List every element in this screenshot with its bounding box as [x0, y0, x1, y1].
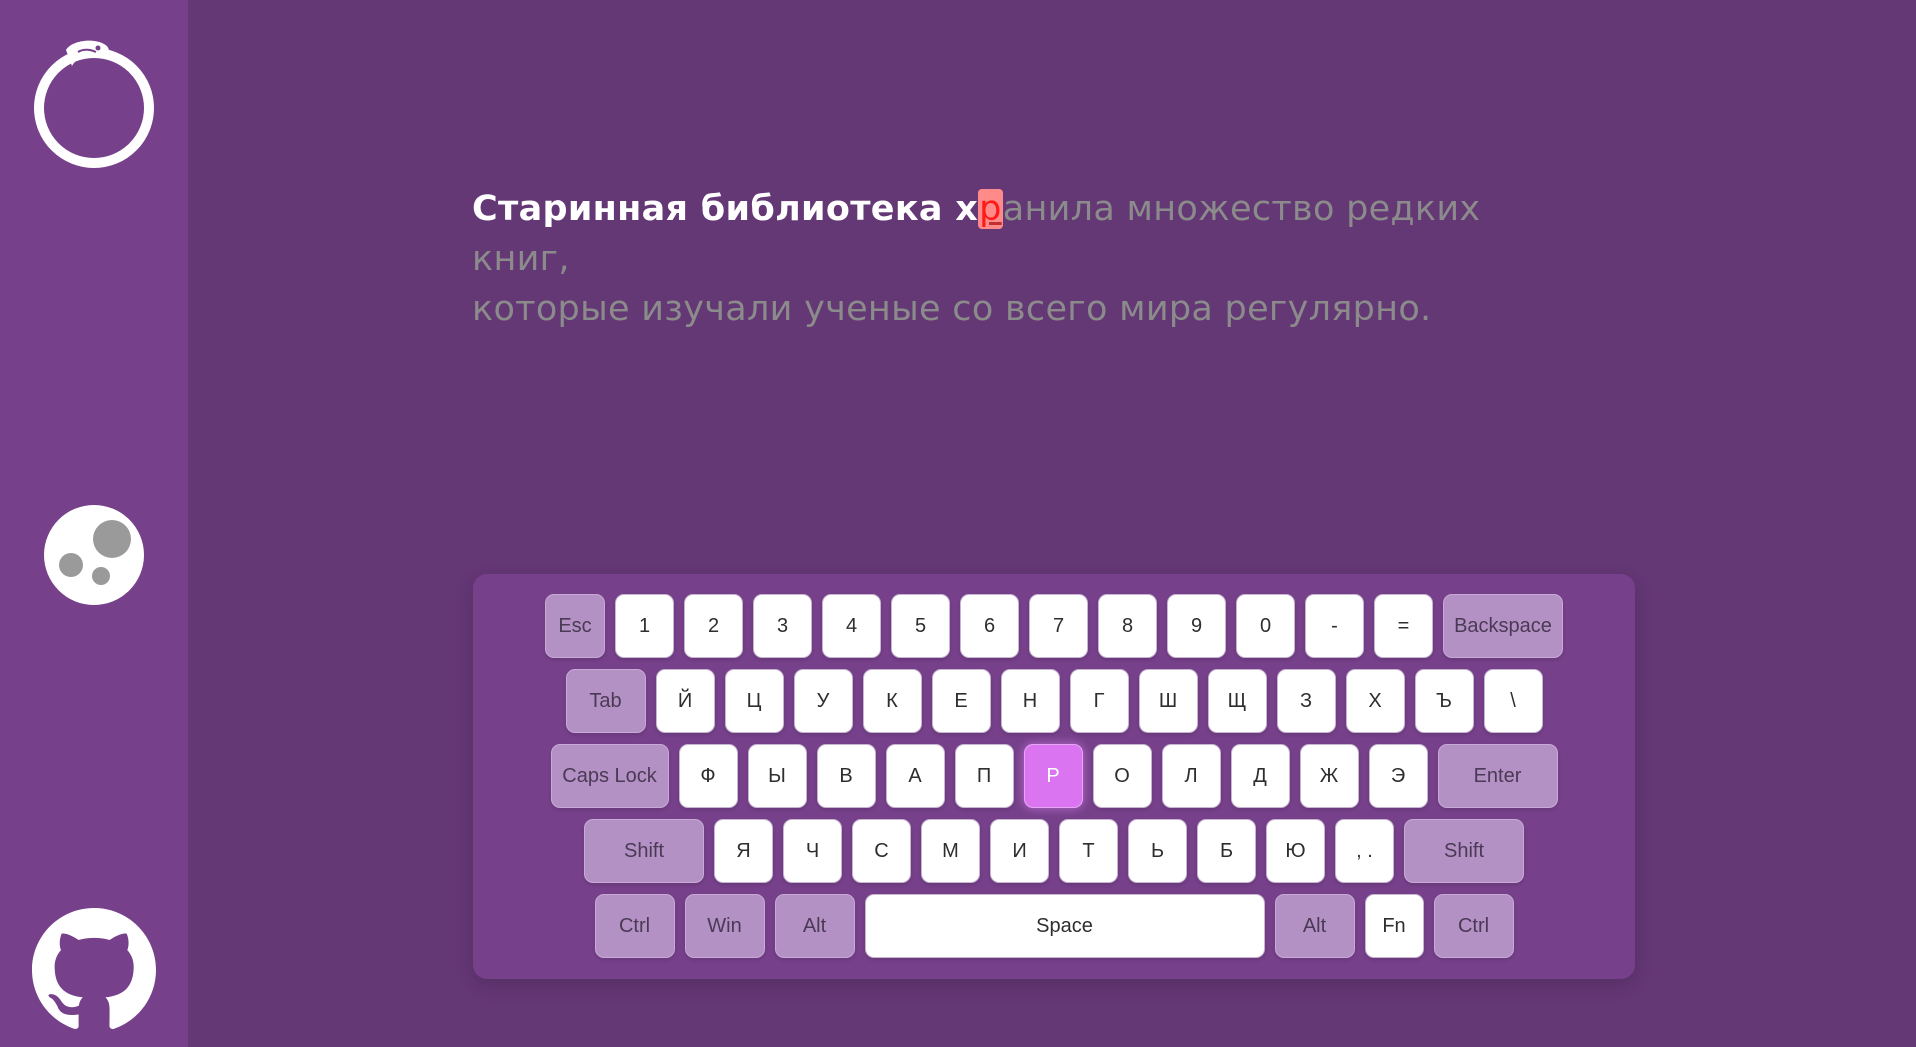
key-е[interactable]: Е — [931, 669, 991, 733]
typing-prompt: Старинная библиотека хранила множество р… — [472, 184, 1572, 334]
keyboard-row: Caps Lock Ф Ы В А П Р О Л Д Ж Э Enter — [473, 744, 1635, 808]
key-shift[interactable]: Shift — [584, 819, 704, 883]
key-0[interactable]: 0 — [1236, 594, 1295, 658]
key-ш[interactable]: Ш — [1138, 669, 1198, 733]
key-ь[interactable]: Ь — [1128, 819, 1187, 883]
key-к[interactable]: К — [862, 669, 922, 733]
key-space[interactable]: Space — [864, 894, 1265, 958]
key-д[interactable]: Д — [1230, 744, 1290, 808]
key-б[interactable]: Б — [1197, 819, 1256, 883]
key-щ[interactable]: Щ — [1207, 669, 1267, 733]
key-я[interactable]: Я — [714, 819, 773, 883]
typed-text: Старинная библиотека х — [472, 189, 979, 229]
key-н[interactable]: Н — [1000, 669, 1060, 733]
virtual-keyboard: Esc 1 2 3 4 5 6 7 8 9 0- = Backspace Tab Й Ц У К Е Н Г Ш Щ З Х Ъ \… — [473, 574, 1635, 979]
key-р[interactable]: Р — [1023, 744, 1083, 808]
key-м[interactable]: М — [921, 819, 980, 883]
key-п[interactable]: П — [954, 744, 1014, 808]
key-backspace[interactable]: Backspace — [1443, 594, 1563, 658]
keyboard-row: Esc 1 2 3 4 5 6 7 8 9 0- = Backspace — [473, 594, 1635, 658]
key-1[interactable]: 1 — [615, 594, 674, 658]
key-caps-lock[interactable]: Caps Lock — [550, 744, 669, 808]
key-о[interactable]: О — [1092, 744, 1152, 808]
key-ю[interactable]: Ю — [1266, 819, 1325, 883]
key-symbol[interactable]: \ — [1483, 669, 1543, 733]
key-и[interactable]: И — [990, 819, 1049, 883]
key-э[interactable]: Э — [1368, 744, 1428, 808]
keyboard-row: Tab Й Ц У К Е Н Г Ш Щ З Х Ъ \ — [473, 669, 1635, 733]
key-ctrl[interactable]: Ctrl — [1433, 894, 1514, 958]
key-г[interactable]: Г — [1069, 669, 1129, 733]
theme-palette-icon[interactable] — [0, 505, 188, 605]
current-char: р — [978, 189, 1003, 229]
key-7[interactable]: 7 — [1029, 594, 1088, 658]
key-с[interactable]: С — [852, 819, 911, 883]
key-9[interactable]: 9 — [1167, 594, 1226, 658]
key-tab[interactable]: Tab — [565, 669, 646, 733]
key-6[interactable]: 6 — [960, 594, 1019, 658]
key-enter[interactable]: Enter — [1437, 744, 1558, 808]
key-х[interactable]: Х — [1345, 669, 1405, 733]
key-5[interactable]: 5 — [891, 594, 950, 658]
sidebar — [0, 0, 188, 1047]
key-л[interactable]: Л — [1161, 744, 1221, 808]
key-ч[interactable]: Ч — [783, 819, 842, 883]
github-icon[interactable] — [0, 908, 188, 1032]
key-symbol[interactable]: = — [1374, 594, 1433, 658]
key-alt[interactable]: Alt — [1274, 894, 1355, 958]
keyboard-row: Shift Я Ч С М И Т Ь Б Ю, . Shift — [473, 819, 1635, 883]
key-в[interactable]: В — [816, 744, 876, 808]
ouroboros-logo-icon[interactable] — [0, 36, 188, 170]
key-esc[interactable]: Esc — [545, 594, 605, 658]
key-ф[interactable]: Ф — [678, 744, 738, 808]
key-symbol[interactable]: - — [1305, 594, 1364, 658]
key-alt[interactable]: Alt — [774, 894, 855, 958]
key-shift[interactable]: Shift — [1404, 819, 1524, 883]
key-ц[interactable]: Ц — [724, 669, 784, 733]
key-ж[interactable]: Ж — [1299, 744, 1359, 808]
key-2[interactable]: 2 — [684, 594, 743, 658]
key-ctrl[interactable]: Ctrl — [594, 894, 675, 958]
key-з[interactable]: З — [1276, 669, 1336, 733]
key-3[interactable]: 3 — [753, 594, 812, 658]
key-ъ[interactable]: Ъ — [1414, 669, 1474, 733]
key-4[interactable]: 4 — [822, 594, 881, 658]
key-symbol[interactable]: , . — [1335, 819, 1394, 883]
key-win[interactable]: Win — [684, 894, 765, 958]
key-ы[interactable]: Ы — [747, 744, 807, 808]
key-й[interactable]: Й — [655, 669, 715, 733]
key-а[interactable]: А — [885, 744, 945, 808]
key-т[interactable]: Т — [1059, 819, 1118, 883]
key-у[interactable]: У — [793, 669, 853, 733]
key-fn[interactable]: Fn — [1364, 894, 1424, 958]
keyboard-row: Ctrl Win Alt Space Alt Fn Ctrl — [473, 894, 1635, 958]
key-8[interactable]: 8 — [1098, 594, 1157, 658]
